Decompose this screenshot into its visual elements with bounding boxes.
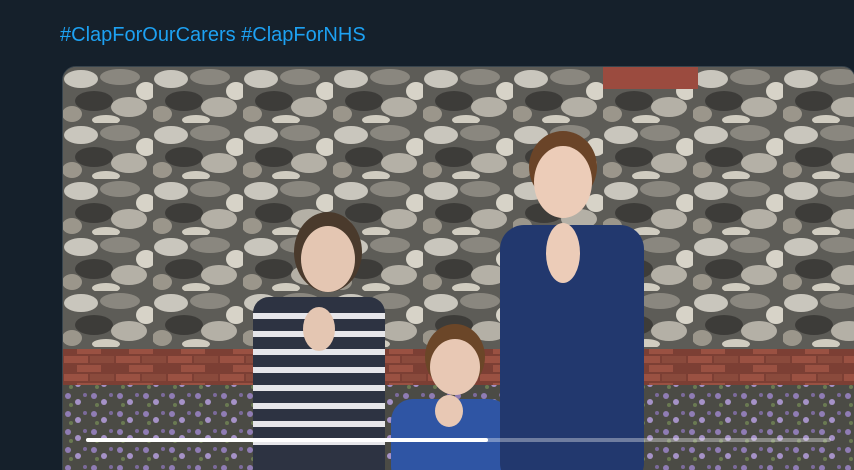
hashtag-link[interactable]: #ClapForNHS [241,24,365,46]
video-player[interactable] [62,66,854,470]
tweet: #ClapForOurCarers #ClapForNHS [0,0,854,470]
video-frame [63,67,854,470]
tweet-text: #ClapForOurCarers #ClapForNHS [60,22,366,48]
video-progress-bar[interactable] [86,438,831,442]
hashtag-link[interactable]: #ClapForOurCarers [60,24,236,46]
video-progress-fill [86,438,489,442]
